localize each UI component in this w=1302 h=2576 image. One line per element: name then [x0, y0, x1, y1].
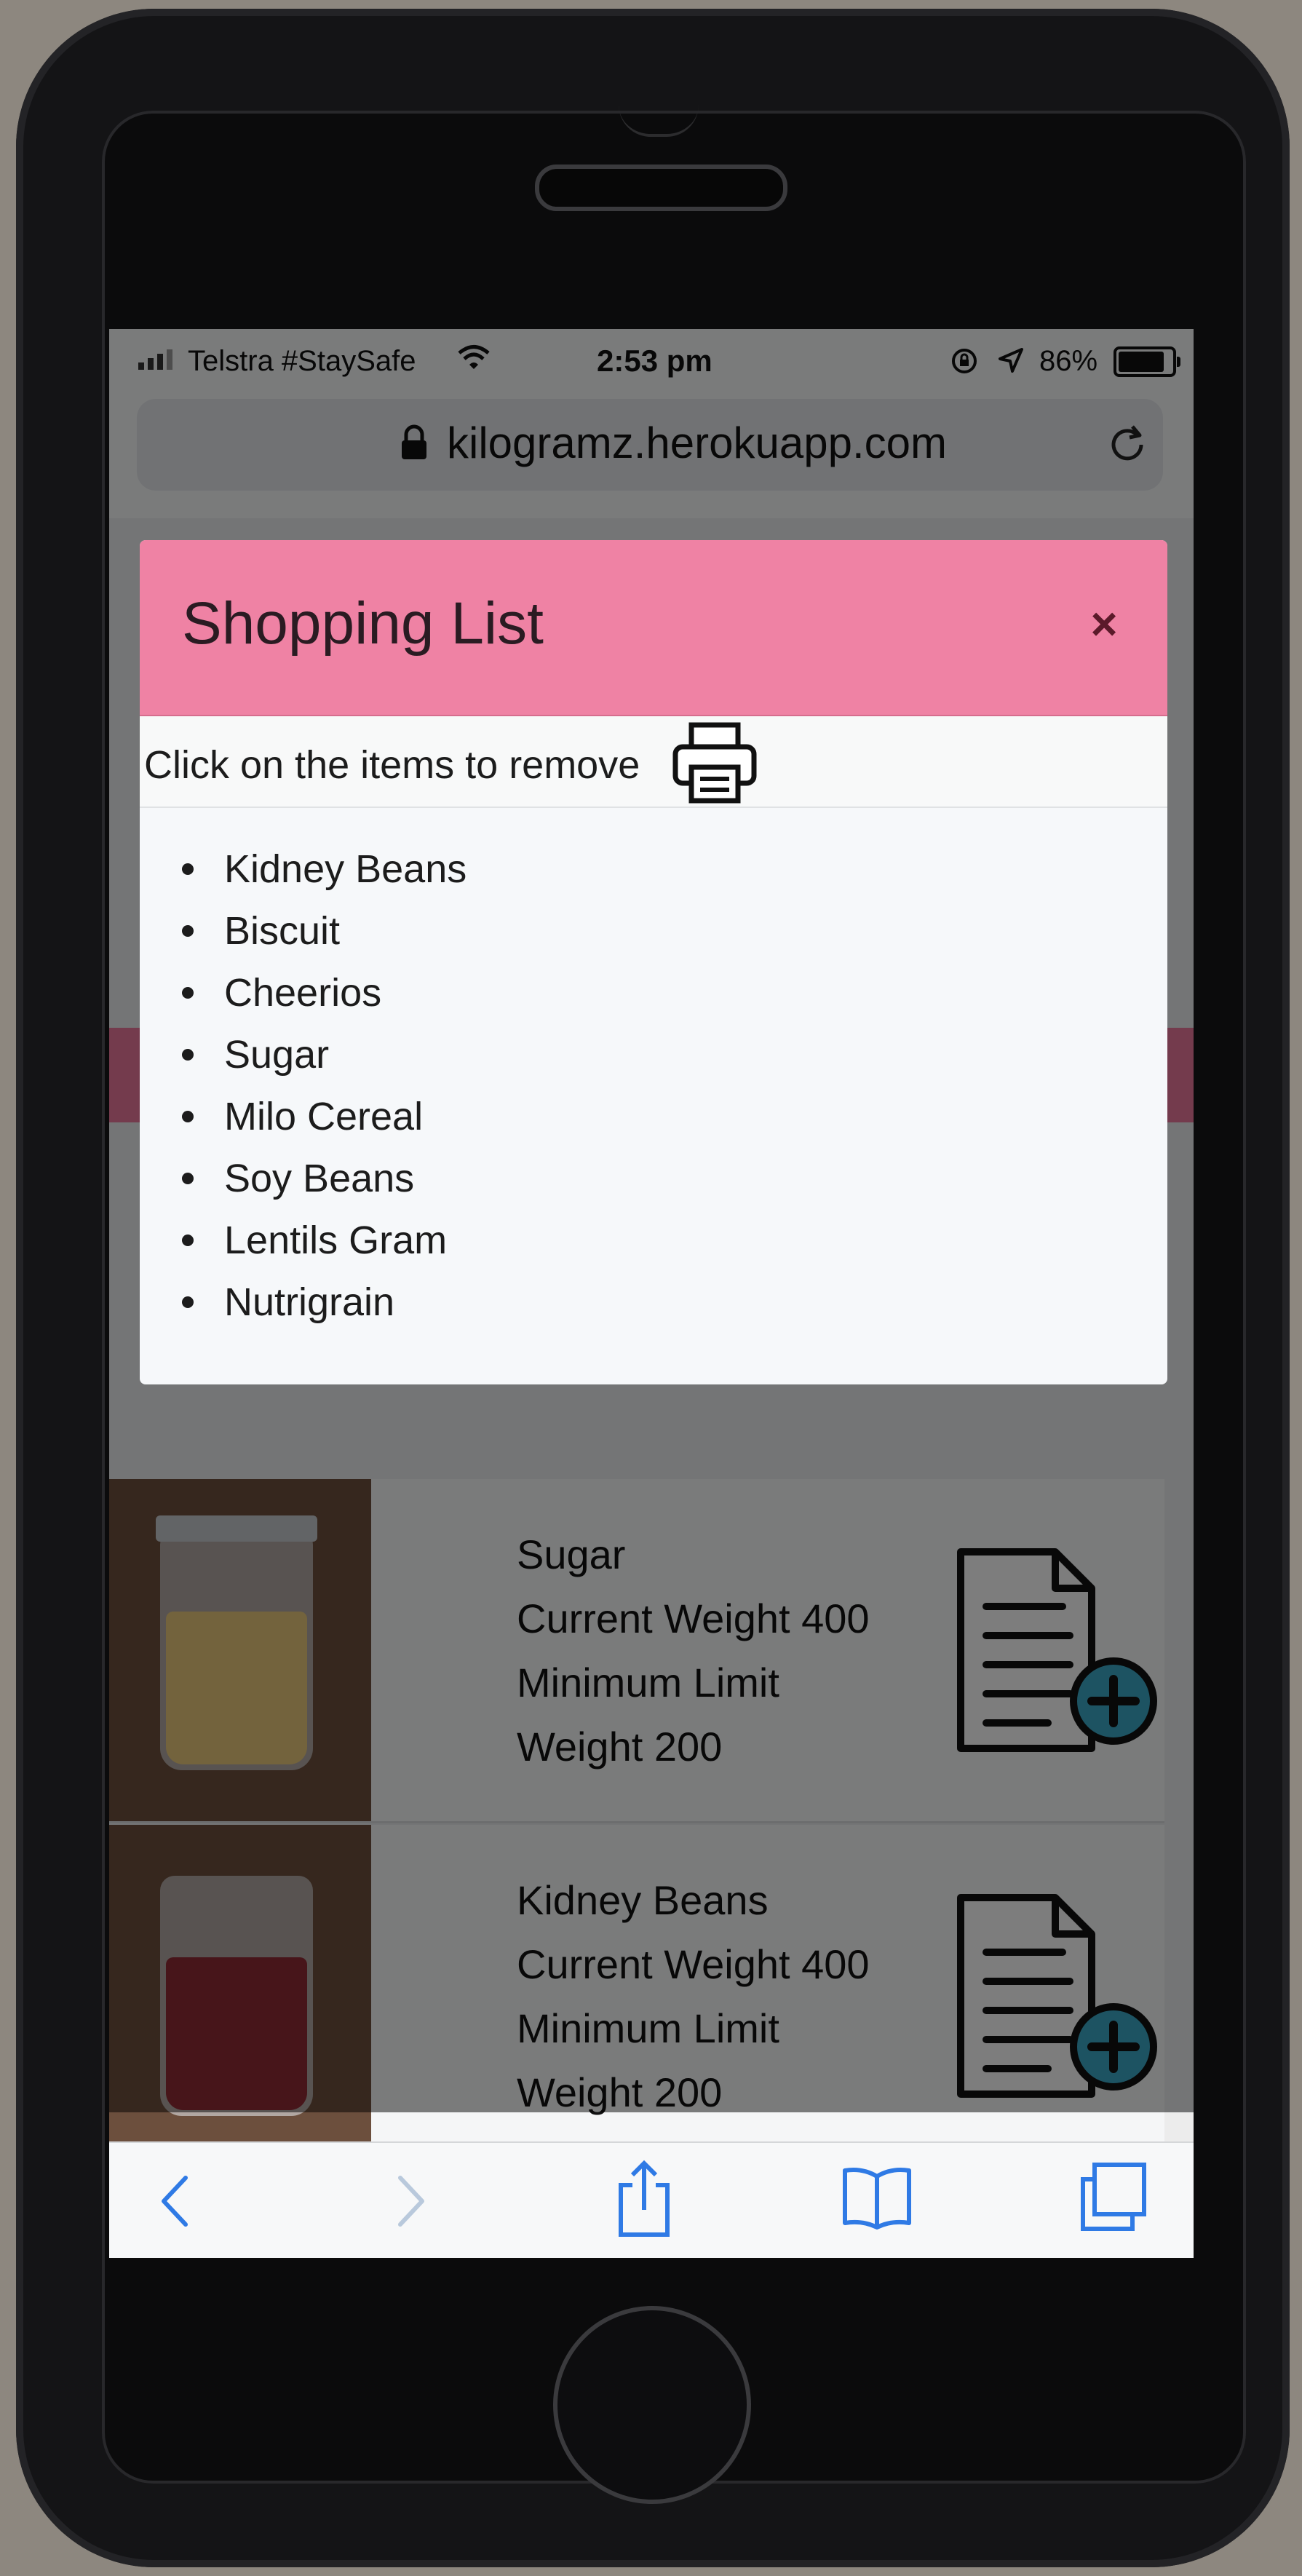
shopping-list-item[interactable]: Soy Beans: [140, 1148, 1167, 1210]
share-icon[interactable]: [615, 2159, 673, 2239]
tabs-icon[interactable]: [1077, 2160, 1150, 2233]
shopping-list-item[interactable]: Milo Cereal: [140, 1086, 1167, 1148]
phone-screen: Telstra #StaySafe 2:53 pm 86% kilogramz.…: [109, 329, 1194, 2258]
shopping-list-item[interactable]: Lentils Gram: [140, 1210, 1167, 1272]
modal-header: Shopping List ×: [140, 540, 1167, 716]
remove-instructions: Click on the items to remove: [144, 743, 640, 787]
shopping-list: Kidney Beans Biscuit Cheerios Sugar Milo Cer…: [140, 808, 1167, 1333]
modal-instructions-bar: Click on the items to remove: [140, 716, 1167, 808]
shopping-list-item[interactable]: Nutrigrain: [140, 1272, 1167, 1333]
browser-toolbar: [109, 2141, 1194, 2258]
bookmarks-icon[interactable]: [841, 2165, 913, 2230]
shopping-list-modal: Shopping List × Click on the items to re…: [140, 540, 1167, 1384]
shopping-list-item[interactable]: Sugar: [140, 1024, 1167, 1086]
close-button[interactable]: ×: [1071, 591, 1137, 657]
shopping-list-item[interactable]: Kidney Beans: [140, 839, 1167, 900]
back-icon[interactable]: [156, 2172, 193, 2230]
phone-speaker: [535, 165, 787, 211]
shopping-list-item[interactable]: Cheerios: [140, 962, 1167, 1024]
shopping-list-item[interactable]: Biscuit: [140, 900, 1167, 962]
home-button[interactable]: [553, 2306, 751, 2504]
modal-title: Shopping List: [182, 590, 544, 657]
printer-icon[interactable]: [671, 721, 758, 805]
forward-icon[interactable]: [393, 2172, 429, 2230]
